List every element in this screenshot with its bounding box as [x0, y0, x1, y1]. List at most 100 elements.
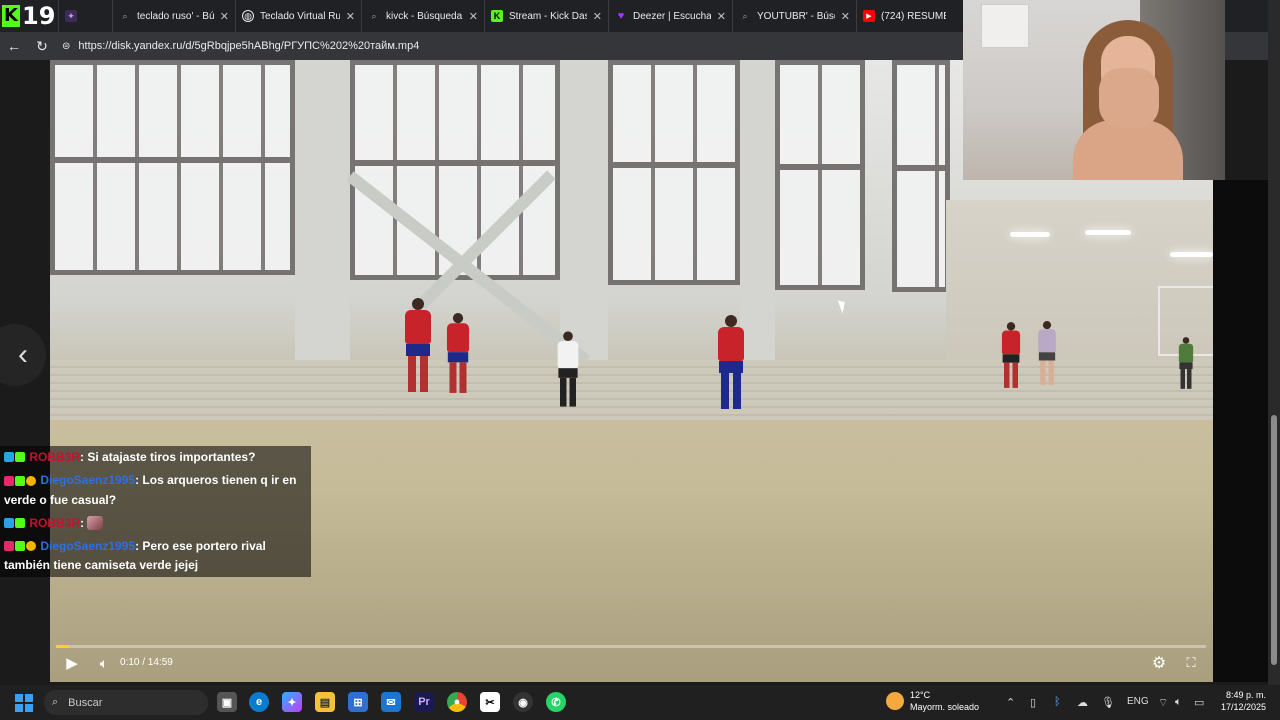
cloud-icon[interactable]: ☁ [1077, 696, 1088, 709]
fullscreen-icon: ⛶ [1186, 655, 1196, 670]
tab-label: Teclado Virtual Ruso [260, 10, 340, 22]
app-icon: ✦ [65, 10, 77, 22]
capcut-icon[interactable]: ✂ [480, 692, 500, 712]
url-field[interactable]: ⊜ https://disk.yandex.ru/d/5gRbqjpe5hABh… [58, 36, 958, 56]
tab-pinned[interactable]: ✦ [58, 0, 112, 32]
outlook-icon[interactable]: ✉ [381, 692, 401, 712]
chat-message: ROBB3R: Si atajaste tiros importantes? [0, 446, 311, 469]
power-icon[interactable]: ▭ [1194, 696, 1204, 709]
microphone-icon[interactable]: 🎙︎ [1101, 696, 1115, 709]
video-time-display: 0:10 / 14:59 [120, 657, 173, 668]
chat-username[interactable]: DiegoSaenz1995 [40, 473, 135, 487]
chat-colon: : [80, 515, 88, 530]
bluetooth-icon[interactable]: ᛒ [1054, 696, 1061, 708]
scrollbar-thumb[interactable] [1271, 415, 1277, 665]
video-progress-fill [56, 645, 69, 648]
weather-temp: 12°C [910, 690, 931, 700]
task-view-icon[interactable]: ▣ [217, 692, 237, 712]
speaker-icon[interactable]: 🔈︎ [1175, 696, 1182, 709]
reload-icon: ↻ [36, 37, 48, 54]
video-lamp-graphic [1170, 252, 1213, 257]
edge-icon[interactable]: e [249, 692, 269, 712]
previous-button[interactable]: ‹ [0, 324, 46, 386]
copilot-icon[interactable]: ✦ [282, 692, 302, 712]
close-icon[interactable]: ✕ [469, 10, 478, 23]
webcam-overlay [963, 0, 1225, 180]
video-progress-bar[interactable] [56, 645, 1206, 648]
kick-counter: K 19 [0, 0, 58, 32]
chrome-icon[interactable]: ● [447, 692, 467, 712]
chat-badges [4, 537, 37, 556]
file-explorer-icon[interactable]: ▤ [315, 692, 335, 712]
video-player-figure [405, 298, 431, 392]
close-icon[interactable]: ✕ [346, 10, 355, 23]
video-lamp-graphic [1010, 232, 1050, 237]
wifi-icon[interactable]: ⌔ [1158, 696, 1168, 710]
settings-button[interactable]: ⚙ [1149, 653, 1169, 673]
browser-tab[interactable]: ⌕ teclado ruso' - Búsq ✕ [112, 0, 235, 32]
volume-icon: 🔈︎ [99, 654, 109, 671]
chat-username[interactable]: ROBB3R [29, 516, 80, 530]
clock-date: 17/12/2025 [1220, 702, 1266, 712]
play-button[interactable]: ▶ [62, 653, 82, 673]
browser-tab[interactable]: ▶ (724) RESUMEN | C [856, 0, 952, 32]
tab-label: YOUTUBR' - Búsqued [757, 10, 835, 22]
heart-icon: ♥ [617, 10, 625, 22]
chat-username[interactable]: DiegoSaenz1995 [40, 539, 135, 553]
browser-tab[interactable]: ⌕ kivck - Búsqueda ✕ [361, 0, 484, 32]
video-window-graphic [50, 60, 295, 275]
browser-tab[interactable]: K Stream - Kick Dashb ✕ [484, 0, 608, 32]
close-icon[interactable]: ✕ [593, 10, 602, 23]
close-icon[interactable]: ✕ [717, 10, 726, 23]
back-button[interactable]: ← [0, 32, 28, 60]
volume-button[interactable]: 🔈︎ [94, 653, 114, 673]
clock-time: 8:49 p. m. [1225, 690, 1266, 700]
play-icon: ▶ [66, 655, 78, 672]
video-player-figure [446, 313, 470, 393]
chevron-up-icon[interactable]: ⌃ [1006, 696, 1015, 709]
search-icon: ⌕ [742, 10, 748, 21]
tab-label: Deezer | Escucha mú [633, 10, 711, 22]
video-window-graphic [775, 60, 865, 290]
kick-logo-icon: K [2, 5, 20, 27]
webcam-calendar-graphic [981, 4, 1029, 48]
battery-icon[interactable]: ▯ [1030, 696, 1036, 709]
browser-tab[interactable]: ♥ Deezer | Escucha mú ✕ [608, 0, 732, 32]
reload-button[interactable]: ↻ [28, 32, 56, 60]
tab-label: teclado ruso' - Búsq [137, 10, 214, 22]
chat-username[interactable]: ROBB3R [29, 450, 80, 464]
weather-sun-icon [886, 692, 904, 710]
chevron-left-icon: ‹ [18, 338, 28, 371]
chat-text: Si atajaste tiros importantes? [87, 450, 256, 464]
whatsapp-icon[interactable]: ✆ [546, 692, 566, 712]
gear-icon: ⚙ [1151, 655, 1167, 672]
language-indicator[interactable]: ENG [1127, 696, 1149, 707]
start-button[interactable] [15, 694, 33, 712]
close-icon[interactable]: ✕ [220, 10, 229, 23]
video-pillar-graphic [740, 60, 775, 360]
video-window-graphic [608, 60, 740, 285]
taskbar-search[interactable]: ⌕ Buscar [44, 690, 208, 715]
chat-message: DiegoSaenz1995: Pero ese portero rival t… [0, 535, 311, 577]
tab-label: (724) RESUMEN | C [881, 10, 946, 22]
premiere-icon[interactable]: Pr [414, 692, 434, 712]
tab-label: kivck - Búsqueda [386, 10, 463, 22]
taskbar-clock[interactable]: 8:49 p. m. 17/12/2025 [1210, 689, 1266, 713]
video-goalkeeper-figure [1178, 337, 1194, 389]
browser-tab[interactable]: ⌕ YOUTUBR' - Búsqued ✕ [732, 0, 856, 32]
back-arrow-icon: ← [7, 38, 21, 54]
video-player-figure [1001, 322, 1021, 388]
weather-widget[interactable]: 12°C Mayorm. soleado [886, 689, 979, 713]
kick-counter-value: 19 [22, 2, 56, 30]
store-icon[interactable]: ⊞ [348, 692, 368, 712]
site-info-icon[interactable]: ⊜ [62, 41, 70, 52]
video-player-figure [718, 315, 744, 409]
tab-label: Stream - Kick Dashb [509, 10, 587, 22]
browser-tab[interactable]: ◍ Teclado Virtual Ruso ✕ [235, 0, 361, 32]
page-scrollbar[interactable] [1268, 0, 1280, 685]
video-letterbox [1213, 180, 1268, 682]
video-pillar-graphic [560, 60, 608, 360]
obs-icon[interactable]: ◉ [513, 692, 533, 712]
close-icon[interactable]: ✕ [841, 10, 850, 23]
fullscreen-button[interactable]: ⛶ [1181, 653, 1201, 673]
